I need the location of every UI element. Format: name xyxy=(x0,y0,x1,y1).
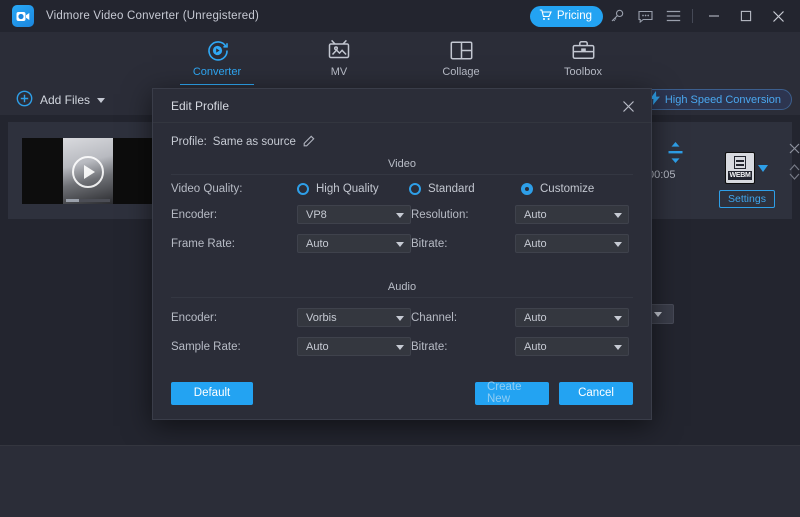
maximize-icon[interactable] xyxy=(730,0,762,32)
mv-icon xyxy=(327,38,351,62)
radio-high-quality[interactable]: High Quality xyxy=(297,183,409,195)
pencil-edit-icon[interactable] xyxy=(302,135,315,148)
video-thumbnail-play-icon[interactable] xyxy=(22,138,154,204)
remove-file-close-icon[interactable] xyxy=(789,141,800,159)
high-speed-label: High Speed Conversion xyxy=(665,94,781,106)
select-value: VP8 xyxy=(306,209,327,221)
trim-updown-icon[interactable] xyxy=(667,142,684,163)
tab-label: Converter xyxy=(193,66,241,78)
toolbox-icon xyxy=(572,38,595,62)
chevron-down-icon xyxy=(97,98,105,103)
toolbar-divider xyxy=(692,9,693,23)
default-button[interactable]: Default xyxy=(171,382,253,405)
create-new-button[interactable]: Create New xyxy=(475,382,549,405)
audio-settings-grid: Encoder: Vorbis Channel: Auto Sample Rat… xyxy=(171,308,633,356)
format-label: WEBM xyxy=(728,171,753,180)
video-bitrate-select[interactable]: Auto xyxy=(515,234,629,253)
chevron-up-down-icon[interactable] xyxy=(789,164,800,180)
radio-label: Customize xyxy=(540,183,594,195)
dialog-close-icon[interactable] xyxy=(617,95,639,117)
select-value: Auto xyxy=(524,209,547,221)
video-resolution-select[interactable]: Auto xyxy=(515,205,629,224)
select-value: Auto xyxy=(306,238,329,250)
tab-converter[interactable]: Converter xyxy=(174,32,260,78)
minimize-icon[interactable] xyxy=(698,0,730,32)
audio-section-title: Audio xyxy=(171,281,633,298)
video-encoder-label: Encoder: xyxy=(171,209,297,221)
select-value: Vorbis xyxy=(306,312,337,324)
file-duration: 00:05 xyxy=(648,169,676,181)
file-format-icon xyxy=(734,156,746,169)
collage-icon xyxy=(450,38,473,62)
audio-bitrate-label: Bitrate: xyxy=(411,341,515,353)
video-settings-grid: Video Quality: High Quality Standard Cus… xyxy=(171,183,633,253)
profile-label: Profile: xyxy=(171,136,207,148)
high-speed-conversion-badge[interactable]: High Speed Conversion xyxy=(641,89,792,110)
audio-channel-label: Channel: xyxy=(411,312,515,324)
main-navigation: Converter MV xyxy=(0,32,800,85)
radio-standard[interactable]: Standard xyxy=(409,183,521,195)
hamburger-menu-icon[interactable] xyxy=(659,0,687,32)
dialog-footer: Default Create New Cancel xyxy=(153,367,651,419)
tab-toolbox[interactable]: Toolbox xyxy=(540,32,626,78)
add-files-label: Add Files xyxy=(40,93,90,107)
tab-mv[interactable]: MV xyxy=(296,32,382,78)
vidmore-logo-icon xyxy=(12,5,34,27)
video-quality-radio-group: High Quality Standard Customize xyxy=(297,183,633,195)
select-value: Auto xyxy=(524,238,547,250)
pricing-button[interactable]: Pricing xyxy=(530,6,603,27)
tab-collage[interactable]: Collage xyxy=(418,32,504,78)
chevron-down-icon xyxy=(654,312,662,317)
audio-samplerate-select[interactable]: Auto xyxy=(297,337,411,356)
title-bar: Vidmore Video Converter (Unregistered) P… xyxy=(0,0,800,32)
shopping-cart-icon xyxy=(539,9,552,24)
radio-circle-icon xyxy=(409,183,421,195)
settings-button[interactable]: Settings xyxy=(719,190,775,208)
format-chevron-down-icon[interactable] xyxy=(758,165,768,172)
dialog-body: Profile: Same as source Video Video Qual… xyxy=(153,123,651,356)
pricing-label: Pricing xyxy=(557,10,592,22)
tab-label: Collage xyxy=(442,66,479,78)
profile-row: Profile: Same as source xyxy=(171,123,633,148)
titlebar-controls: Pricing xyxy=(530,0,800,32)
select-value: Auto xyxy=(524,341,547,353)
close-icon[interactable] xyxy=(762,0,794,32)
plus-circle-icon xyxy=(16,90,33,110)
audio-samplerate-label: Sample Rate: xyxy=(171,341,297,353)
tab-label: MV xyxy=(331,66,348,78)
window-title: Vidmore Video Converter (Unregistered) xyxy=(46,10,259,22)
video-quality-label: Video Quality: xyxy=(171,183,297,195)
radio-circle-selected-icon xyxy=(521,183,533,195)
audio-encoder-select[interactable]: Vorbis xyxy=(297,308,411,327)
select-value: Auto xyxy=(524,312,547,324)
output-format-icon-button[interactable]: WEBM xyxy=(725,152,755,184)
audio-channel-select[interactable]: Auto xyxy=(515,308,629,327)
video-framerate-select[interactable]: Auto xyxy=(297,234,411,253)
bottom-bar: Output Format: WEBM Save to: C:\Users\Ad… xyxy=(0,445,800,517)
select-value: Auto xyxy=(306,341,329,353)
radio-customize[interactable]: Customize xyxy=(521,183,633,195)
audio-encoder-label: Encoder: xyxy=(171,312,297,324)
radio-label: High Quality xyxy=(316,183,379,195)
radio-label: Standard xyxy=(428,183,475,195)
edit-profile-dialog: Edit Profile Profile: Same as source Vid… xyxy=(152,88,652,420)
profile-value: Same as source xyxy=(213,136,296,148)
app-window: Vidmore Video Converter (Unregistered) P… xyxy=(0,0,800,517)
key-icon[interactable] xyxy=(603,0,631,32)
converter-icon xyxy=(206,38,229,62)
video-resolution-label: Resolution: xyxy=(411,209,515,221)
feedback-chat-icon[interactable] xyxy=(631,0,659,32)
dialog-title: Edit Profile xyxy=(171,99,229,113)
add-files-button[interactable]: Add Files xyxy=(16,90,105,110)
audio-bitrate-select[interactable]: Auto xyxy=(515,337,629,356)
tab-label: Toolbox xyxy=(564,66,602,78)
video-section-title: Video xyxy=(171,158,633,175)
cancel-button[interactable]: Cancel xyxy=(559,382,633,405)
radio-circle-icon xyxy=(297,183,309,195)
video-framerate-label: Frame Rate: xyxy=(171,238,297,250)
video-encoder-select[interactable]: VP8 xyxy=(297,205,411,224)
dialog-header: Edit Profile xyxy=(153,89,651,123)
video-bitrate-label: Bitrate: xyxy=(411,238,515,250)
